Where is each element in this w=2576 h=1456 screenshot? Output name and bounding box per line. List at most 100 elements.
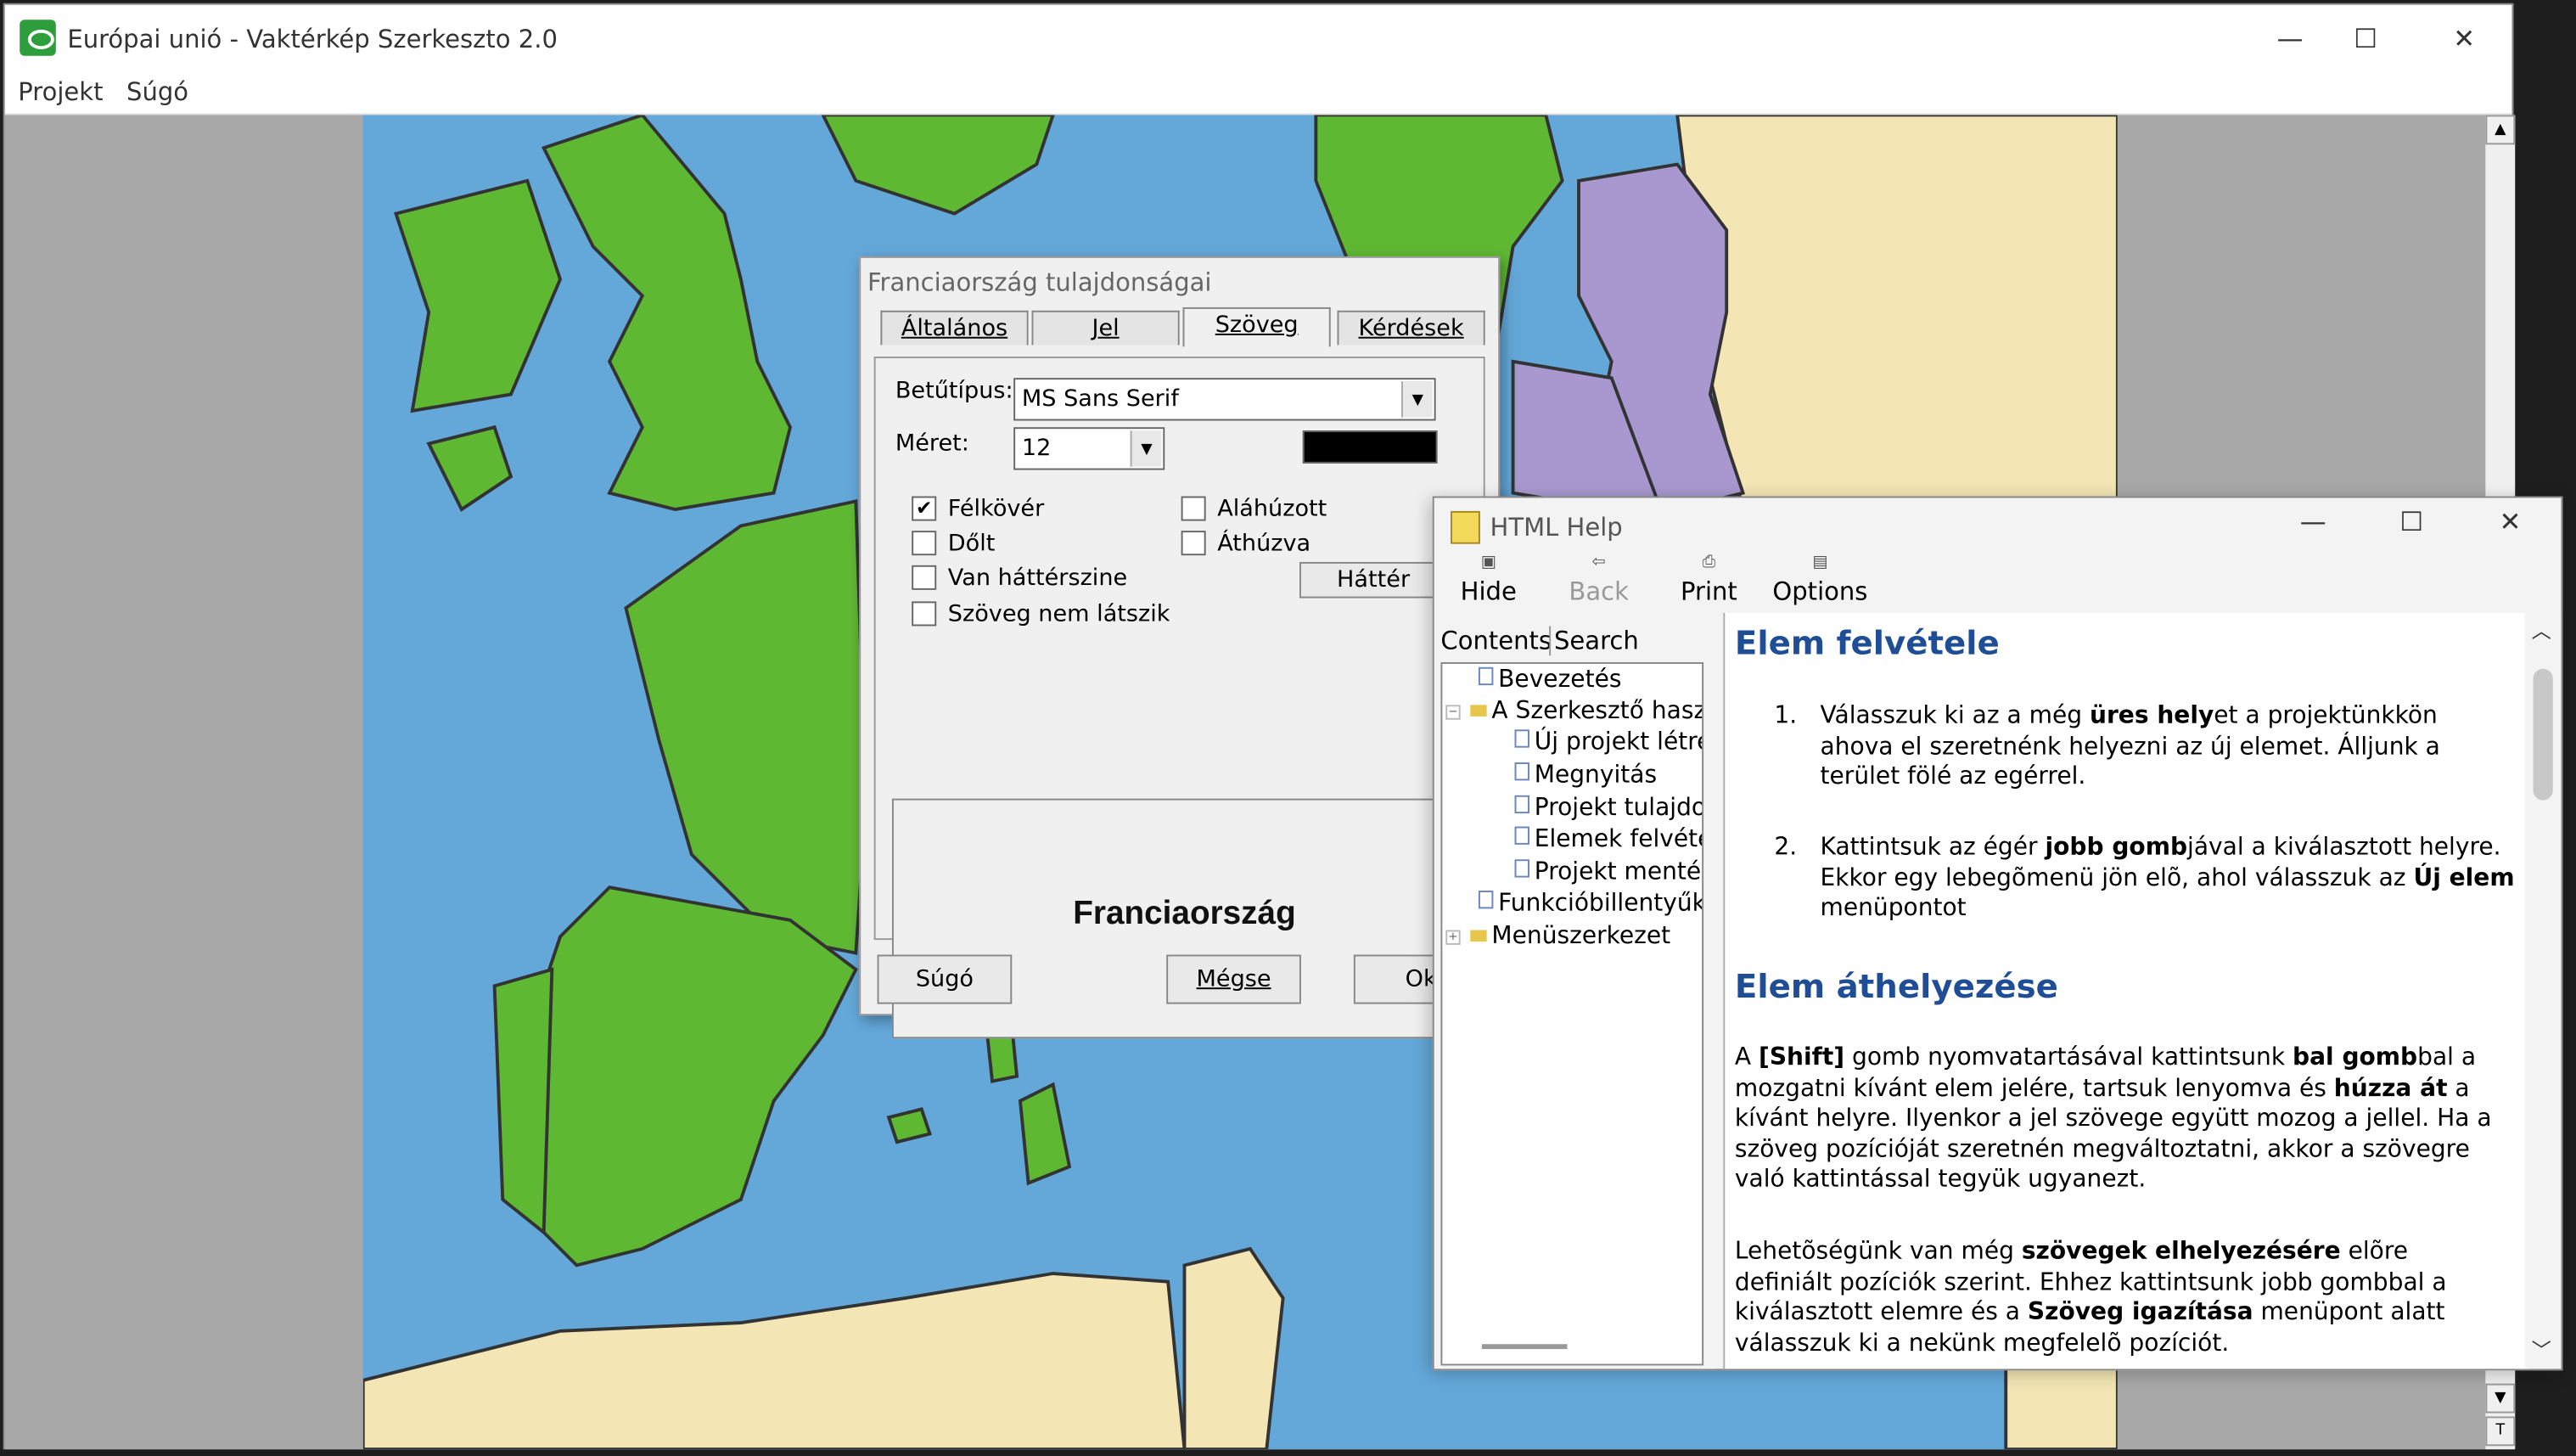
menu-sugo[interactable]: Súgó xyxy=(126,77,188,107)
bold-label: Félkövér xyxy=(947,496,1045,523)
chevron-down-icon[interactable]: ▼ xyxy=(1400,381,1433,418)
content-scrollbar[interactable]: ︿ ﹀ xyxy=(2524,612,2562,1369)
scroll-down-icon[interactable]: ﹀ xyxy=(2532,1336,2551,1364)
has-background-label: Van háttérszine xyxy=(947,565,1128,592)
has-background-checkbox[interactable] xyxy=(912,565,937,590)
tree-item[interactable]: + Menüszerkezet xyxy=(1445,924,1670,950)
tree-item-label: Menüszerkezet xyxy=(1491,923,1671,950)
tree-item[interactable]: − A Szerkesztő hasz xyxy=(1445,699,1702,725)
page-icon xyxy=(1478,666,1494,686)
tab-search[interactable]: Search xyxy=(1549,626,1639,656)
tree-item-label: Funkcióbillentyűk xyxy=(1498,891,1704,918)
paragraph-move: A [Shift] gomb nyomvatartásával kattints… xyxy=(1734,1044,2492,1194)
underline-label: Aláhúzott xyxy=(1217,496,1327,523)
help-window-title: HTML Help xyxy=(1490,512,1623,542)
options-label: Options xyxy=(1772,576,1868,607)
help-navigation-pane: Contents Search Bevezetés − A Szerkesztő … xyxy=(1440,619,1717,1369)
paragraph-positions: Lehetõségünk van még szövegek elhelyezés… xyxy=(1734,1239,2447,1357)
text-hidden-checkbox[interactable] xyxy=(912,601,937,627)
back-label: Back xyxy=(1569,576,1629,607)
help-maximize-button[interactable]: ☐ xyxy=(2374,498,2450,547)
tree-item[interactable]: Funkcióbillentyűk xyxy=(1478,891,1704,918)
options-icon: ▤ xyxy=(1812,554,1828,572)
tree-item[interactable]: Elemek felvétel xyxy=(1514,826,1704,853)
size-select[interactable]: 12 ▼ xyxy=(1013,427,1165,470)
tree-item-label: Bevezetés xyxy=(1498,666,1622,694)
font-select[interactable]: MS Sans Serif ▼ xyxy=(1013,378,1436,421)
open-folder-icon xyxy=(1470,705,1487,717)
hide-button[interactable]: ▣ Hide xyxy=(1461,554,1517,606)
print-button[interactable]: ⎙ Print xyxy=(1681,554,1737,606)
tree-item-label: Elemek felvétel xyxy=(1534,826,1704,853)
italic-label: Dőlt xyxy=(947,531,996,558)
italic-checkbox[interactable] xyxy=(912,531,937,556)
page-icon xyxy=(1478,891,1494,909)
back-button[interactable]: ⇦ Back xyxy=(1569,554,1628,606)
heading-elem-athelyezese: Elem áthelyezése xyxy=(1734,966,2058,1006)
help-close-button[interactable]: ✕ xyxy=(2472,498,2548,547)
print-label: Print xyxy=(1681,576,1737,607)
help-content-pane: Elem felvétele 1. Válasszuk ki az a még … xyxy=(1723,612,2530,1369)
strikethrough-label: Áthúzva xyxy=(1217,531,1311,558)
background-button[interactable]: Háttér xyxy=(1299,561,1448,599)
tab-altalanos[interactable]: Általános xyxy=(880,310,1029,346)
scroll-down-button[interactable]: ▼ xyxy=(2485,1383,2516,1414)
expand-icon[interactable]: + xyxy=(1445,930,1461,945)
tab-panel-szoveg: Betűtípus: MS Sans Serif ▼ Méret: 12 ▼ ✔… xyxy=(873,357,1485,1039)
step2-number: 2. xyxy=(1774,835,1798,862)
tab-jel[interactable]: Jel xyxy=(1031,310,1180,346)
menu-bar: Projekt Súgó xyxy=(4,70,2512,115)
page-icon xyxy=(1514,859,1529,878)
tree-item-label: Új projekt létreh xyxy=(1534,729,1702,756)
size-value: 12 xyxy=(1021,435,1052,462)
hide-icon: ▣ xyxy=(1480,554,1496,572)
preview-text: Franciaország xyxy=(1073,895,1296,932)
tree-item[interactable]: Megnyitás xyxy=(1514,762,1657,789)
page-icon xyxy=(1514,826,1529,845)
menu-projekt[interactable]: Projekt xyxy=(18,77,103,107)
folder-icon xyxy=(1470,930,1487,942)
tree-item[interactable]: Új projekt létreh xyxy=(1514,729,1702,756)
step1-number: 1. xyxy=(1774,703,1798,730)
collapse-icon[interactable]: − xyxy=(1445,705,1461,720)
scroll-up-icon[interactable]: ︿ xyxy=(2532,616,2551,644)
window-title: Európai unió - Vaktérkép Szerkeszto 2.0 xyxy=(67,25,558,54)
dialog-title: Franciaország tulajdonságai xyxy=(867,267,1212,298)
scroll-up-button[interactable]: ▲ xyxy=(2485,115,2516,145)
scroll-end-button[interactable]: T xyxy=(2485,1416,2516,1447)
step1-text: Válasszuk ki az a még üres helyet a proj… xyxy=(1820,703,2440,790)
content-scroll-thumb[interactable] xyxy=(2533,668,2553,801)
hide-label: Hide xyxy=(1460,576,1517,607)
printer-icon: ⎙ xyxy=(1702,554,1716,572)
tab-kerdesek[interactable]: Kérdések xyxy=(1337,310,1485,346)
close-button[interactable]: ✕ xyxy=(2427,14,2502,64)
back-arrow-icon: ⇦ xyxy=(1591,554,1606,572)
help-button[interactable]: Súgó xyxy=(877,954,1013,1004)
step2-text: Kattintsuk az égér jobb gombjával a kivá… xyxy=(1820,835,2515,922)
help-book-icon xyxy=(1451,510,1480,544)
page-icon xyxy=(1514,729,1529,748)
options-button[interactable]: ▤ Options xyxy=(1772,554,1867,606)
tree-hscroll-thumb[interactable] xyxy=(1481,1344,1568,1350)
tab-szoveg[interactable]: Szöveg xyxy=(1182,306,1331,347)
chevron-down-icon[interactable]: ▼ xyxy=(1130,430,1162,467)
strikethrough-checkbox[interactable] xyxy=(1181,531,1206,556)
tree-item[interactable]: Projekt tulajdor xyxy=(1514,795,1704,822)
help-minimize-button[interactable]: — xyxy=(2276,498,2351,547)
main-title-bar: Európai unió - Vaktérkép Szerkeszto 2.0 … xyxy=(4,4,2512,71)
tree-item[interactable]: Bevezetés xyxy=(1478,666,1622,694)
cancel-button[interactable]: Mégse xyxy=(1166,954,1301,1004)
bold-checkbox[interactable]: ✔ xyxy=(912,496,937,521)
html-help-window: HTML Help — ☐ ✕ ▣ Hide ⇦ Back ⎙ Print ▤ Opti… xyxy=(1432,496,2563,1371)
underline-checkbox[interactable] xyxy=(1181,496,1206,521)
text-color-swatch[interactable] xyxy=(1302,430,1438,464)
contents-tree[interactable]: Bevezetés − A Szerkesztő hasz Új projekt … xyxy=(1440,662,1704,1366)
tree-item-label: Projekt tulajdor xyxy=(1534,795,1704,822)
size-label: Méret: xyxy=(895,430,969,458)
tree-item[interactable]: Projekt mentés xyxy=(1514,859,1702,885)
heading-elem-felvetele: Elem felvétele xyxy=(1734,622,2000,663)
tab-contents[interactable]: Contents xyxy=(1440,626,1552,655)
font-value: MS Sans Serif xyxy=(1021,385,1179,413)
maximize-button[interactable]: ☐ xyxy=(2328,14,2404,64)
minimize-button[interactable]: — xyxy=(2253,14,2328,64)
